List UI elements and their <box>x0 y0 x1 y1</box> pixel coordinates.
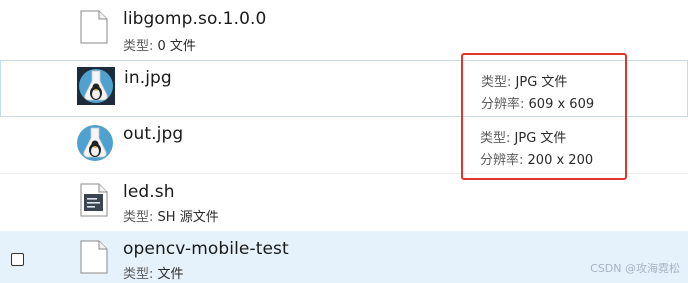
file-type: 类型: 0 文件 <box>123 35 196 54</box>
file-name: led.sh <box>123 182 175 202</box>
script-file-icon <box>80 183 108 217</box>
file-type: 类型: JPG 文件 <box>480 127 566 146</box>
type-value: JPG 文件 <box>514 131 567 146</box>
file-type: 类型: 文件 <box>123 263 184 282</box>
blank-file-icon <box>80 10 108 44</box>
file-resolution: 分辨率: 609 x 609 <box>481 93 594 112</box>
watermark-text: CSDN @攻海霓松 <box>590 262 680 275</box>
file-row-out-jpg[interactable]: out.jpg 类型: JPG 文件 分辨率: 200 x 200 <box>0 117 688 174</box>
resolution-label: 分辨率: <box>481 97 525 112</box>
file-resolution: 分辨率: 200 x 200 <box>480 149 593 168</box>
file-row-in-jpg[interactable]: in.jpg 类型: JPG 文件 分辨率: 609 x 609 <box>0 60 688 117</box>
file-row-opencv-mobile-test[interactable]: opencv-mobile-test 类型: 文件 <box>0 231 688 283</box>
file-row-libgomp[interactable]: libgomp.so.1.0.0 类型: 0 文件 <box>0 0 688 58</box>
file-name: in.jpg <box>124 68 172 88</box>
image-thumbnail-icon <box>77 67 115 105</box>
file-row-led-sh[interactable]: led.sh 类型: SH 源文件 <box>0 174 688 231</box>
file-name: libgomp.so.1.0.0 <box>123 9 267 29</box>
type-value: 文件 <box>157 267 184 282</box>
image-thumbnail-icon <box>77 125 113 161</box>
type-label: 类型: <box>123 267 154 282</box>
type-label: 类型: <box>123 39 154 54</box>
type-value: 0 文件 <box>157 39 196 54</box>
file-name: out.jpg <box>123 124 184 144</box>
file-name: opencv-mobile-test <box>123 239 289 259</box>
type-value: SH 源文件 <box>157 210 219 225</box>
resolution-value: 200 x 200 <box>527 153 594 168</box>
type-label: 类型: <box>123 210 154 225</box>
type-label: 类型: <box>480 131 511 146</box>
resolution-value: 609 x 609 <box>528 97 595 112</box>
blank-file-icon <box>80 240 108 274</box>
file-type: 类型: JPG 文件 <box>481 71 567 90</box>
resolution-label: 分辨率: <box>480 153 524 168</box>
file-type: 类型: SH 源文件 <box>123 206 219 225</box>
row-checkbox[interactable] <box>11 253 24 266</box>
type-value: JPG 文件 <box>515 75 568 90</box>
type-label: 类型: <box>481 75 512 90</box>
